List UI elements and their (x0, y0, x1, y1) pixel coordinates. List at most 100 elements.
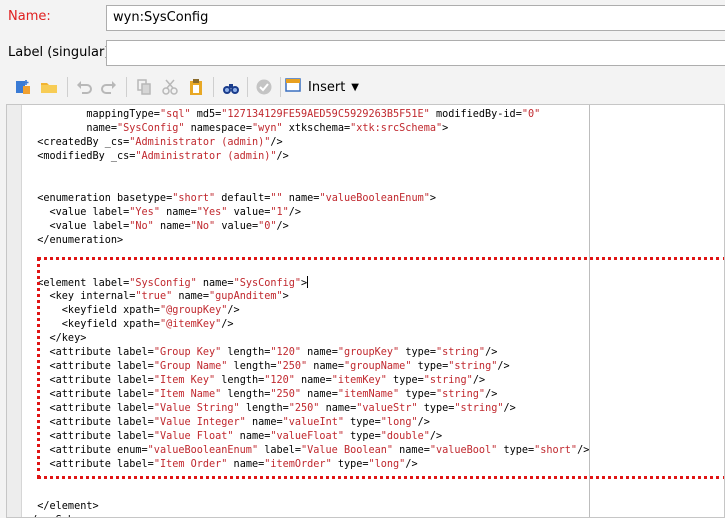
code-line: <keyfield xpath="@groupKey"/> (25, 304, 589, 318)
code-token: <attribute label= (25, 459, 154, 470)
toolbar-separator (213, 77, 214, 97)
name-label: Name: (8, 9, 51, 24)
code-line: <key internal="true" name="gupAnditem"> (25, 290, 589, 304)
code-token: <value label= (25, 207, 130, 218)
name-input[interactable]: wyn:SysConfig (106, 5, 725, 31)
code-token: <attribute label= (25, 431, 154, 442)
attribute-value: "SysConfig" (129, 278, 197, 289)
code-token: value= (215, 221, 259, 232)
code-token: name= (301, 389, 338, 400)
attribute-value: "double" (380, 431, 430, 442)
code-token: </key> (25, 333, 87, 344)
attribute-value: "@itemKey" (159, 319, 222, 330)
attribute-value: "Administrator (admin)" (129, 137, 271, 148)
code-token: <keyfield xpath= (25, 305, 160, 316)
toolbar-separator (280, 77, 281, 97)
code-token: md5= (190, 109, 222, 120)
attribute-value: "string" (454, 403, 504, 414)
code-token: </element> (25, 501, 99, 512)
code-token: > (282, 291, 289, 302)
insert-icon (284, 76, 302, 98)
redo-icon[interactable] (98, 76, 120, 98)
code-token: /> (429, 431, 443, 442)
code-token: xtkschema= (282, 123, 351, 134)
attribute-value: "127134129FE59AED59C5929263B5F51E" (221, 109, 430, 120)
editor-gutter (7, 105, 22, 517)
code-token: name= (294, 375, 332, 386)
attribute-value: "250" (288, 403, 320, 414)
attribute-value: "xtk:srcSchema" (350, 123, 443, 134)
code-token: <attribute label= (25, 389, 154, 400)
label-singular-input[interactable] (106, 40, 725, 66)
open-folder-icon[interactable] (38, 76, 60, 98)
code-token: <createdBy _cs= (25, 137, 130, 148)
code-token: /> (276, 151, 289, 162)
code-token: type= (386, 375, 424, 386)
code-token: <attribute label= (25, 375, 154, 386)
validate-icon[interactable] (253, 76, 275, 98)
xml-code-editor[interactable]: mappingType="sql" md5="127134129FE59AED5… (6, 104, 725, 518)
code-token: label= (258, 445, 302, 456)
attribute-value: "Administrator (admin)" (135, 151, 277, 162)
code-line: <keyfield xpath="@itemKey"/> (25, 318, 589, 332)
attribute-value: "long" (368, 459, 406, 470)
label-singular-label: Label (singular): (8, 45, 114, 60)
cut-icon[interactable] (159, 76, 181, 98)
code-token: length= (221, 347, 271, 358)
code-token: type= (399, 347, 436, 358)
attribute-value: "itemOrder" (264, 459, 332, 470)
find-icon[interactable] (220, 76, 242, 98)
code-token: </enumeration> (25, 235, 124, 246)
attribute-value: "250" (276, 361, 308, 372)
code-line: <createdBy _cs="Administrator (admin)"/> (25, 136, 589, 150)
code-token: name= (245, 417, 283, 428)
attribute-value: "@groupKey" (159, 305, 228, 316)
code-token: type= (343, 431, 381, 442)
code-token: <element label= (25, 278, 130, 289)
toolbar-separator (126, 77, 127, 97)
code-token: name= (233, 431, 271, 442)
attribute-value: "No" (190, 221, 216, 232)
code-token: /> (485, 347, 498, 358)
code-token: /> (485, 389, 498, 400)
copy-icon[interactable] (133, 76, 155, 98)
attribute-value: "Group Key" (153, 347, 222, 358)
code-token: /> (577, 445, 590, 456)
code-line: <modifiedBy _cs="Administrator (admin)"/… (25, 150, 589, 164)
code-token: <enumeration basetype= (25, 193, 173, 204)
toolbar-separator (247, 77, 248, 97)
attribute-value: "groupKey" (337, 347, 400, 358)
code-token: <key internal= (25, 291, 136, 302)
code-token: name= (153, 221, 191, 232)
code-token: <value label= (25, 221, 130, 232)
attribute-value: "short" (172, 193, 216, 204)
attribute-value: "Item Order" (153, 459, 228, 470)
attribute-value: "0" (258, 221, 277, 232)
code-token: type= (411, 361, 449, 372)
code-token: length= (215, 375, 265, 386)
attribute-value: "" (270, 193, 283, 204)
code-line: </srcSchema> (25, 514, 589, 517)
code-token: name= (393, 445, 430, 456)
attribute-value: "Item Key" (153, 375, 216, 386)
code-token: length= (221, 389, 271, 400)
attribute-value: "string" (436, 347, 486, 358)
paste-icon[interactable] (185, 76, 207, 98)
attribute-value: "long" (380, 417, 418, 428)
insert-button[interactable]: Insert ▼ (284, 75, 359, 99)
attribute-value: "gupAnditem" (209, 291, 283, 302)
attribute-value: "string" (436, 389, 486, 400)
code-token: <modifiedBy _cs= (25, 151, 136, 162)
editor-toolbar: Insert ▼ (0, 70, 725, 104)
code-token: value= (227, 207, 271, 218)
text-caret (307, 276, 309, 288)
undo-icon[interactable] (73, 76, 95, 98)
code-token: /> (288, 207, 302, 218)
code-line: </enumeration> (25, 234, 589, 248)
new-attribute-icon[interactable] (12, 76, 34, 98)
attribute-value: "sql" (159, 109, 191, 120)
attribute-value: "wyn" (251, 123, 283, 134)
